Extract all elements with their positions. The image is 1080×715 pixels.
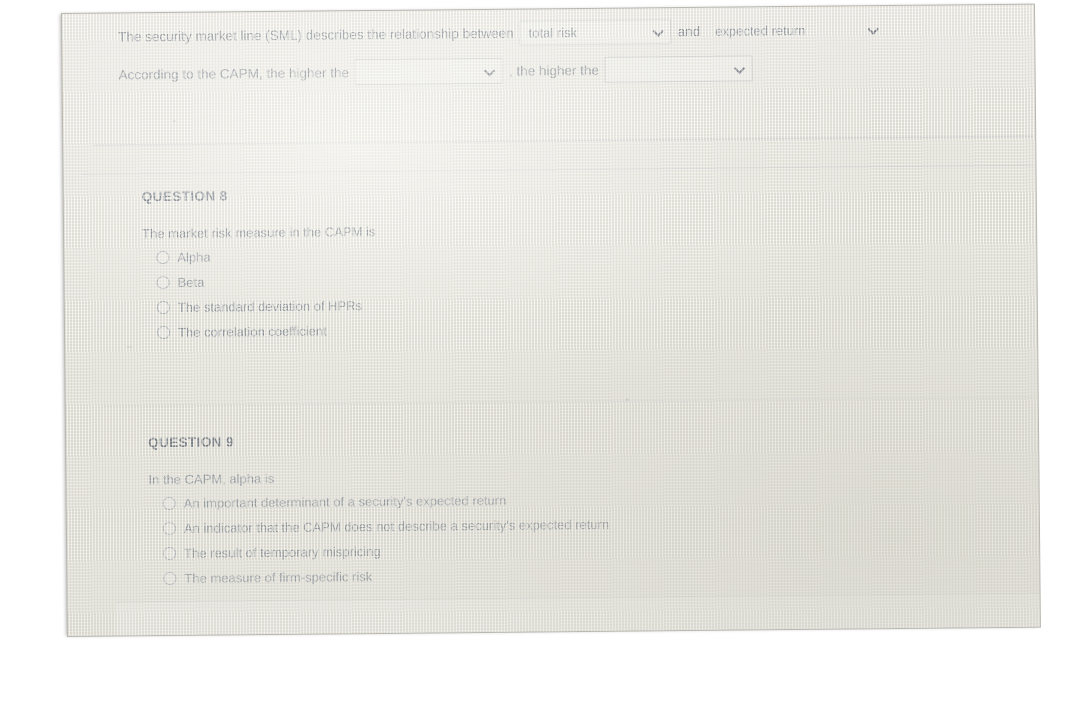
radio-button-unchecked-icon[interactable] — [162, 496, 176, 511]
dropdown-capm-higher-x[interactable] — [354, 57, 504, 86]
capm-line2-conjunction: , the higher the — [508, 62, 600, 79]
sml-sentence-line-1: The security market line (SML) describes… — [118, 17, 892, 49]
radio-button-unchecked-icon[interactable] — [156, 300, 170, 315]
capm-line2-prefix: According to the CAPM, the higher the — [118, 64, 350, 82]
bottom-panel-strip — [115, 592, 1040, 636]
screen-surface: The security market line (SML) describes… — [62, 4, 1040, 636]
question-8-option-label: The correlation coefficient — [177, 323, 327, 340]
dropdown-sml-relationship-x-value: total risk — [528, 25, 578, 41]
question-8-stem: The market risk measure in the CAPM is — [142, 224, 376, 242]
sml-line1-conjunction: and — [677, 23, 701, 40]
capm-sentence-line-2: According to the CAPM, the higher the , … — [118, 55, 759, 87]
question-8-option-correlation[interactable]: The correlation coefficient — [143, 323, 376, 340]
dropdown-sml-relationship-y[interactable]: expected return — [706, 17, 886, 44]
question-8-option-beta[interactable]: Beta — [143, 273, 376, 290]
chevron-down-icon — [485, 65, 496, 76]
radio-button-unchecked-icon[interactable] — [163, 571, 177, 586]
photo-frame: The security market line (SML) describes… — [0, 0, 1080, 715]
question-9-option-label: An important determinant of a security's… — [183, 492, 507, 511]
dropdown-sml-relationship-x[interactable]: total risk — [519, 19, 672, 46]
question-9-option-label: An indicator that the CAPM does not desc… — [183, 516, 610, 536]
top-question-block: The security market line (SML) describes… — [62, 5, 1035, 124]
section-divider-top — [93, 135, 1034, 146]
question-9-option-firm-specific[interactable]: The measure of firm-specific risk — [149, 567, 609, 586]
chevron-down-icon — [868, 24, 879, 35]
question-8-option-label: The standard deviation of HPRs — [177, 298, 363, 315]
photo-speck — [127, 346, 133, 348]
radio-button-unchecked-icon[interactable] — [163, 546, 177, 561]
question-8-block: QUESTION 8 The market risk measure in th… — [142, 187, 377, 350]
photo-speck — [625, 398, 629, 401]
question-8-option-std-dev[interactable]: The standard deviation of HPRs — [143, 298, 376, 315]
question-9-title: QUESTION 9 — [148, 434, 234, 451]
question-8-title: QUESTION 8 — [141, 188, 228, 205]
question-9-stem: In the CAPM, alpha is — [148, 470, 275, 488]
question-9-option-label: The result of temporary mispricing — [184, 543, 381, 561]
chevron-down-icon — [735, 63, 746, 74]
radio-button-unchecked-icon[interactable] — [162, 521, 177, 536]
section-divider-question8 — [81, 164, 1034, 175]
question-9-option-label: The measure of firm-specific risk — [184, 569, 373, 586]
chevron-down-icon — [654, 26, 665, 37]
question-8-option-label: Alpha — [177, 249, 211, 265]
radio-button-unchecked-icon[interactable] — [156, 275, 170, 290]
section-divider-question9 — [101, 396, 1032, 407]
question-9-option-mispricing[interactable]: The result of temporary mispricing — [149, 542, 609, 561]
question-8-option-alpha[interactable]: Alpha — [142, 248, 375, 265]
photo-speck — [173, 119, 177, 122]
quiz-content: The security market line (SML) describes… — [62, 5, 1040, 636]
question-9-option-determinant[interactable]: An important determinant of a security's… — [149, 492, 609, 511]
radio-button-unchecked-icon[interactable] — [157, 325, 171, 340]
dropdown-capm-higher-y[interactable] — [604, 55, 754, 83]
question-8-option-label: Beta — [177, 274, 205, 290]
radio-button-unchecked-icon[interactable] — [156, 250, 170, 265]
question-9-option-indicator[interactable]: An indicator that the CAPM does not desc… — [149, 517, 609, 536]
sml-line1-prefix: The security market line (SML) describes… — [118, 25, 514, 45]
question-9-block: QUESTION 9 In the CAPM, alpha is An impo… — [148, 431, 610, 596]
dropdown-sml-relationship-y-value: expected return — [715, 22, 806, 39]
